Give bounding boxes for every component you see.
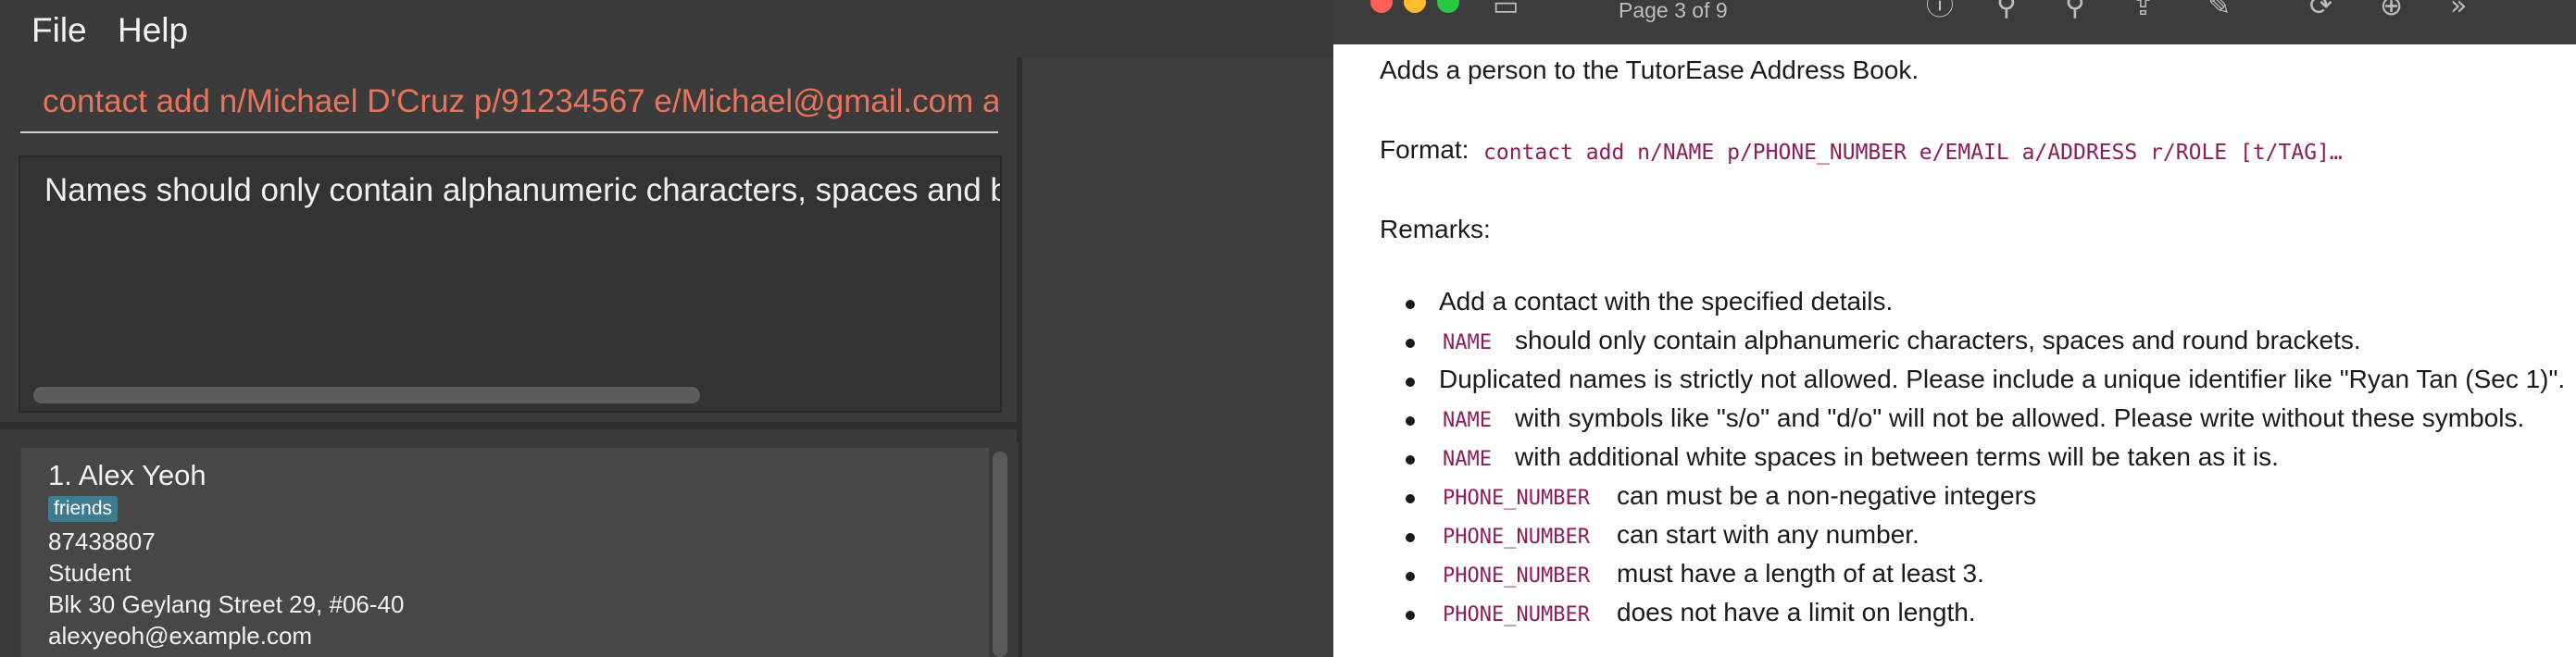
person-email: alexyeoh@example.com [48,622,313,650]
more-icon[interactable]: » [2450,0,2467,20]
panel-divider [0,422,1019,429]
person-phone: 87438807 [48,527,156,555]
tutorease-window: File Help contact add n/Michael D'Cruz p… [0,0,1333,657]
result-message: Names should only contain alphanumeric c… [44,172,1002,208]
person-name: 1. Alex Yeoh [48,459,206,491]
window-close-button[interactable] [1370,0,1393,13]
menu-bar: File Help [0,0,1333,57]
markup-icon[interactable]: ✎ [2207,0,2231,20]
rotate-icon[interactable]: ⟳ [2309,0,2332,20]
remark-text: with additional white spaces in between … [1515,442,2279,471]
result-horizontal-scrollbar[interactable] [33,387,987,403]
bullet-icon [1406,494,1415,503]
bullet-icon [1406,378,1415,387]
remark-text: should only contain alphanumeric charact… [1515,326,2361,354]
bullet-icon [1406,339,1415,348]
doc-format-label: Format: [1380,135,1469,164]
remark-text: Add a contact with the specified details… [1439,287,1894,316]
bullet-icon [1406,533,1415,542]
remark-text: can start with any number. [1617,520,1919,549]
remark-code: NAME [1443,409,1492,432]
remark-text: does not have a limit on length. [1617,598,1976,626]
remark-code: NAME [1443,331,1492,354]
side-pane [1022,57,1333,657]
remark-text: can must be a non-negative integers [1617,481,2036,510]
bullet-icon [1406,572,1415,581]
result-display: Names should only contain alphanumeric c… [19,155,1002,413]
bullet-icon [1406,416,1415,426]
remark-text: Duplicated names is strictly not allowed… [1439,365,2566,393]
sidebar-icon[interactable]: ▭ [1493,0,1519,20]
person-list: 1. Alex Yeoh friends 87438807 Student Bl… [19,442,1019,657]
person-role: Student [48,559,131,587]
person-list-scrollbar[interactable] [993,452,1007,657]
command-input[interactable]: contact add n/Michael D'Cruz p/91234567 … [20,74,998,133]
bullet-icon [1406,455,1415,465]
remark-code: PHONE_NUMBER [1443,526,1590,549]
remark-code: PHONE_NUMBER [1443,603,1590,626]
zoom-out-icon[interactable]: ⚲ [1996,0,2017,20]
menu-help[interactable]: Help [118,11,188,50]
preview-window: ▭ Page 3 of 9 ⓘ ⚲ ⚲ ⇪ ✎ ⟳ ⊕ » Adds a per… [1333,0,2576,657]
zoom-in-icon[interactable]: ⚲ [2065,0,2085,20]
doc-intro: Adds a person to the TutorEase Address B… [1380,56,1919,84]
doc-remarks-heading: Remarks: [1380,215,1491,243]
remark-code: PHONE_NUMBER [1443,564,1590,588]
document-page: Adds a person to the TutorEase Address B… [1333,44,2576,657]
remark-code: PHONE_NUMBER [1443,487,1590,510]
share-icon[interactable]: ⇪ [2132,0,2155,20]
doc-format-code: contact add n/NAME p/PHONE_NUMBER e/EMAI… [1483,141,2343,165]
remark-code: NAME [1443,448,1492,471]
bullet-icon [1406,300,1415,309]
menu-file[interactable]: File [31,11,87,50]
result-scrollbar-thumb[interactable] [33,387,700,403]
person-tag: friends [48,496,119,522]
window-zoom-button[interactable] [1437,0,1459,13]
preview-toolbar: ▭ Page 3 of 9 ⓘ ⚲ ⚲ ⇪ ✎ ⟳ ⊕ » [1333,0,2576,44]
search-icon[interactable]: ⊕ [2380,0,2403,20]
bullet-icon [1406,611,1415,620]
page-indicator: Page 3 of 9 [1619,0,1728,22]
person-address: Blk 30 Geylang Street 29, #06-40 [48,590,405,618]
info-icon[interactable]: ⓘ [1926,0,1954,20]
window-minimize-button[interactable] [1404,0,1426,13]
person-card[interactable]: 1. Alex Yeoh friends 87438807 Student Bl… [20,448,989,657]
command-input-value[interactable]: contact add n/Michael D'Cruz p/91234567 … [43,83,998,120]
remark-text: must have a length of at least 3. [1617,559,1984,588]
remark-text: with symbols like "s/o" and "d/o" will n… [1515,403,2525,432]
